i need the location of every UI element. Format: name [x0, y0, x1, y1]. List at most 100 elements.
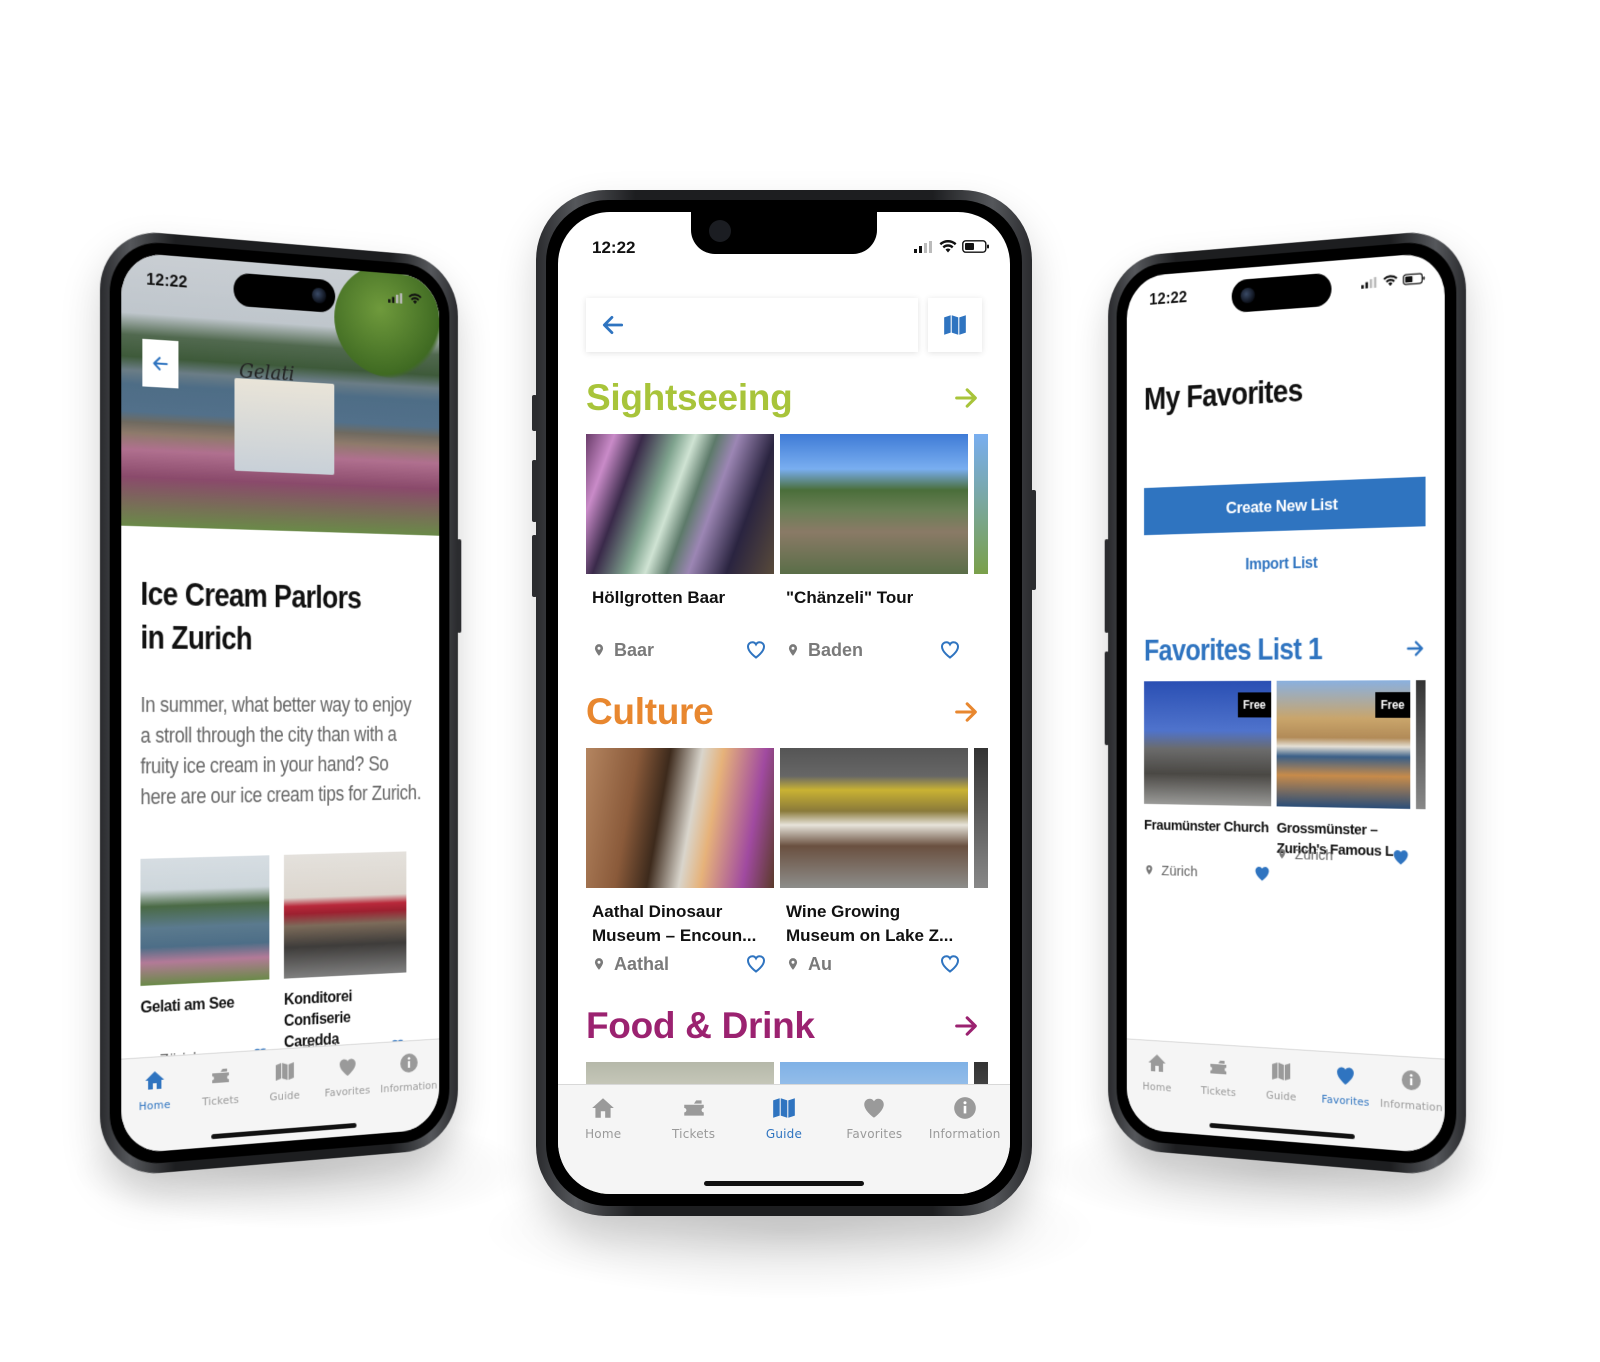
- guide-screen: 12:22 Sightseeing Höllgrotten Baar Baar …: [558, 212, 1010, 1194]
- place-image: [283, 851, 407, 979]
- tab-tickets[interactable]: Tickets: [648, 1095, 738, 1194]
- phone-article: Gelati 12:22 Ice Cream Parlors in Zurich…: [100, 228, 462, 1178]
- place-title: Konditorei Confiserie Caredda: [283, 988, 353, 1052]
- arrow-right-icon[interactable]: [952, 384, 980, 412]
- side-button: [1104, 539, 1109, 633]
- create-new-list-button[interactable]: Create New List: [1144, 476, 1426, 536]
- section-title[interactable]: Food & Drink: [586, 1005, 815, 1047]
- guide-card-peek[interactable]: [974, 434, 988, 662]
- heart-icon: [337, 1055, 358, 1079]
- wifi-icon: [408, 293, 422, 305]
- favorite-card[interactable]: Free Fraumünster Church Zürich: [1144, 680, 1272, 884]
- card-image: [780, 434, 968, 574]
- tab-information[interactable]: Information: [1378, 1065, 1445, 1154]
- heart-outline-icon[interactable]: [938, 638, 962, 662]
- card-location: Zürich: [1294, 846, 1334, 864]
- guide-card[interactable]: "Chänzeli" Tour Baden: [780, 434, 968, 662]
- ticket-icon: [1208, 1055, 1229, 1079]
- side-button: [1104, 651, 1109, 746]
- card-title: Fraumünster Church: [1144, 817, 1269, 837]
- section-title[interactable]: Culture: [586, 691, 714, 733]
- search-bar[interactable]: [586, 298, 918, 352]
- card-location: Zürich: [1161, 862, 1198, 880]
- place-card[interactable]: Konditorei Confiserie Caredda Zürich: [283, 851, 407, 1063]
- side-button: [532, 395, 537, 431]
- place-card[interactable]: Gelati am See Zürich: [140, 855, 270, 1073]
- arrow-right-icon[interactable]: [952, 1012, 980, 1040]
- ticket-icon: [209, 1063, 231, 1088]
- pin-icon: [1277, 847, 1288, 861]
- card-location: Baden: [808, 639, 864, 660]
- guide-card-peek[interactable]: [974, 748, 988, 976]
- arrow-left-icon[interactable]: [600, 312, 626, 338]
- guide-card[interactable]: Wine Growing Museum on Lake Z... Au: [780, 748, 968, 976]
- home-icon: [143, 1068, 166, 1093]
- place-cards: Gelati am See Zürich Konditorei Confiser…: [140, 851, 407, 1073]
- card-title: Höllgrotten Baar: [592, 588, 726, 607]
- arrow-right-icon[interactable]: [1405, 637, 1426, 659]
- tab-favorites[interactable]: Favorites: [829, 1095, 919, 1194]
- heart-outline-icon[interactable]: [744, 638, 768, 662]
- free-badge: Free: [1374, 692, 1411, 718]
- favorites-list-title[interactable]: Favorites List 1: [1144, 631, 1322, 668]
- arrow-right-icon[interactable]: [952, 698, 980, 726]
- tab-bar: Home Tickets Guide Favorites Information: [121, 1038, 440, 1155]
- card-location: Au: [808, 953, 832, 974]
- pin-icon: [592, 956, 606, 972]
- phone-favorites: 12:22 My Favorites Create New List Impor…: [1104, 228, 1466, 1178]
- status-time: 12:22: [1149, 287, 1188, 309]
- guide-card[interactable]: Aathal Dinosaur Museum – Encoun... Aathal: [586, 748, 774, 976]
- battery-icon: [962, 240, 990, 253]
- map-icon: [771, 1095, 797, 1121]
- heart-icon: [1334, 1063, 1356, 1088]
- home-indicator[interactable]: [704, 1181, 864, 1186]
- tab-home[interactable]: Home: [121, 1065, 188, 1154]
- import-list-link[interactable]: Import List: [1144, 552, 1426, 577]
- side-button: [457, 539, 462, 633]
- place-title: Gelati am See: [140, 994, 235, 1017]
- place-image: [140, 855, 270, 986]
- favorites-list-header: Favorites List 1: [1144, 630, 1426, 669]
- tab-guide[interactable]: Guide: [739, 1095, 829, 1194]
- heart-icon: [861, 1095, 887, 1121]
- card-location: Aathal: [614, 953, 670, 974]
- tab-information[interactable]: Information: [378, 1049, 439, 1134]
- section-culture: Culture Aathal Dinosaur Museum – Encoun..…: [586, 686, 1010, 976]
- card-title: Wine Growing Museum on Lake Z...: [786, 902, 954, 945]
- card-image: [780, 748, 968, 888]
- heart-filled-icon[interactable]: [1253, 864, 1271, 884]
- heart-filled-icon[interactable]: [1391, 847, 1410, 867]
- card-image: Free: [1144, 680, 1272, 807]
- card-title: "Chänzeli" Tour: [786, 588, 914, 607]
- heart-outline-icon[interactable]: [744, 952, 768, 976]
- signal-icon: [914, 241, 934, 253]
- map-icon: [274, 1059, 296, 1084]
- card-image: [586, 434, 774, 574]
- map-icon: [1270, 1059, 1292, 1084]
- tab-home[interactable]: Home: [558, 1095, 648, 1194]
- card-location: Baar: [614, 639, 655, 660]
- status-time: 12:22: [146, 269, 188, 292]
- wifi-icon: [1383, 274, 1398, 287]
- hero-sign: Gelati: [239, 358, 295, 386]
- tab-information[interactable]: Information: [920, 1095, 1010, 1194]
- home-icon: [1147, 1051, 1168, 1075]
- favorite-card-peek[interactable]: [1415, 680, 1426, 888]
- wifi-icon: [939, 240, 957, 253]
- ticket-icon: [681, 1095, 707, 1121]
- guide-content: Sightseeing Höllgrotten Baar Baar "Chänz…: [586, 372, 1010, 1194]
- favorite-card[interactable]: Free Grossmünster – Zurich's Famous L... …: [1276, 680, 1411, 888]
- guide-card[interactable]: Höllgrotten Baar Baar: [586, 434, 774, 662]
- signal-icon: [1361, 276, 1378, 288]
- section-title[interactable]: Sightseeing: [586, 377, 793, 419]
- notch: [691, 212, 877, 254]
- guide-topbar: [586, 298, 982, 352]
- tab-home[interactable]: Home: [1127, 1049, 1188, 1134]
- heart-outline-icon[interactable]: [938, 952, 962, 976]
- phone-guide: 12:22 Sightseeing Höllgrotten Baar Baar …: [532, 190, 1036, 1216]
- back-button[interactable]: [142, 338, 179, 389]
- tab-bar: Home Tickets Guide Favorites Information: [1126, 1038, 1445, 1155]
- volume-up-button: [532, 460, 537, 522]
- map-view-button[interactable]: [928, 298, 982, 352]
- card-image: Free: [1276, 680, 1411, 809]
